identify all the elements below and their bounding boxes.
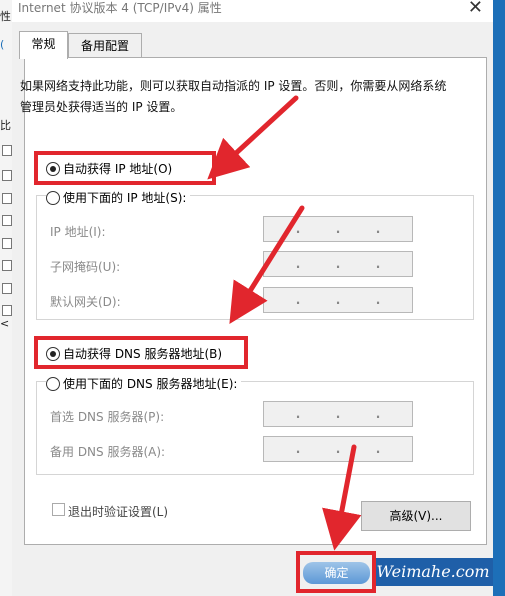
close-icon[interactable]: ✕ [468,0,483,18]
manual-ip-label: 使用下面的 IP 地址(S): [63,191,187,205]
highlight-auto-ip [34,151,216,185]
ip-address-input[interactable]: ... [263,216,413,242]
watermark-text: Weimahe.com [373,558,493,586]
validate-checkbox[interactable] [52,503,65,516]
validate-label: 退出时验证设置(L) [68,505,169,519]
ip-address-label: IP 地址(I): [50,225,106,239]
background-text: 性 [0,10,11,23]
default-gateway-label: 默认网关(D): [50,295,121,309]
background-checkbox [2,238,12,249]
manual-ip-radio-row[interactable]: 使用下面的 IP 地址(S): [46,189,191,206]
alternate-dns-input[interactable]: ... [263,436,413,462]
background-text: 比 [0,119,11,132]
background-text: ( [0,38,5,51]
subnet-mask-input[interactable]: ... [263,251,413,277]
preferred-dns-label: 首选 DNS 服务器(P): [50,410,165,424]
window-title: Internet 协议版本 4 (TCP/IPv4) 属性 [18,1,222,15]
alternate-dns-label: 备用 DNS 服务器(A): [50,445,166,459]
desktop-background [493,0,505,596]
background-checkbox [2,170,12,181]
background-checkbox [2,283,12,294]
manual-dns-label: 使用下面的 DNS 服务器地址(E): [63,377,238,391]
manual-ip-radio[interactable] [46,190,60,205]
advanced-button[interactable]: 高级(V)... [361,501,471,531]
preferred-dns-input[interactable]: ... [263,401,413,427]
highlight-auto-dns [34,336,248,369]
default-gateway-input[interactable]: ... [263,287,413,313]
title-bar: Internet 协议版本 4 (TCP/IPv4) 属性 ✕ [12,0,493,22]
tab-general[interactable]: 常规 [19,31,68,59]
manual-dns-radio-row[interactable]: 使用下面的 DNS 服务器地址(E): [46,375,242,392]
description-text: 如果网络支持此功能，则可以获取自动指派的 IP 设置。否则，你需要从网络系统管理… [20,79,447,114]
background-checkbox [2,260,12,271]
background-checkbox [2,305,12,316]
tab-alternate-config[interactable]: 备用配置 [68,33,142,59]
subnet-mask-label: 子网掩码(U): [50,260,121,274]
highlight-ok-button [296,551,376,593]
manual-dns-radio[interactable] [46,376,60,391]
background-checkbox [2,215,12,226]
background-checkbox [2,193,12,204]
background-text: < [0,317,10,330]
background-checkbox [2,145,12,156]
